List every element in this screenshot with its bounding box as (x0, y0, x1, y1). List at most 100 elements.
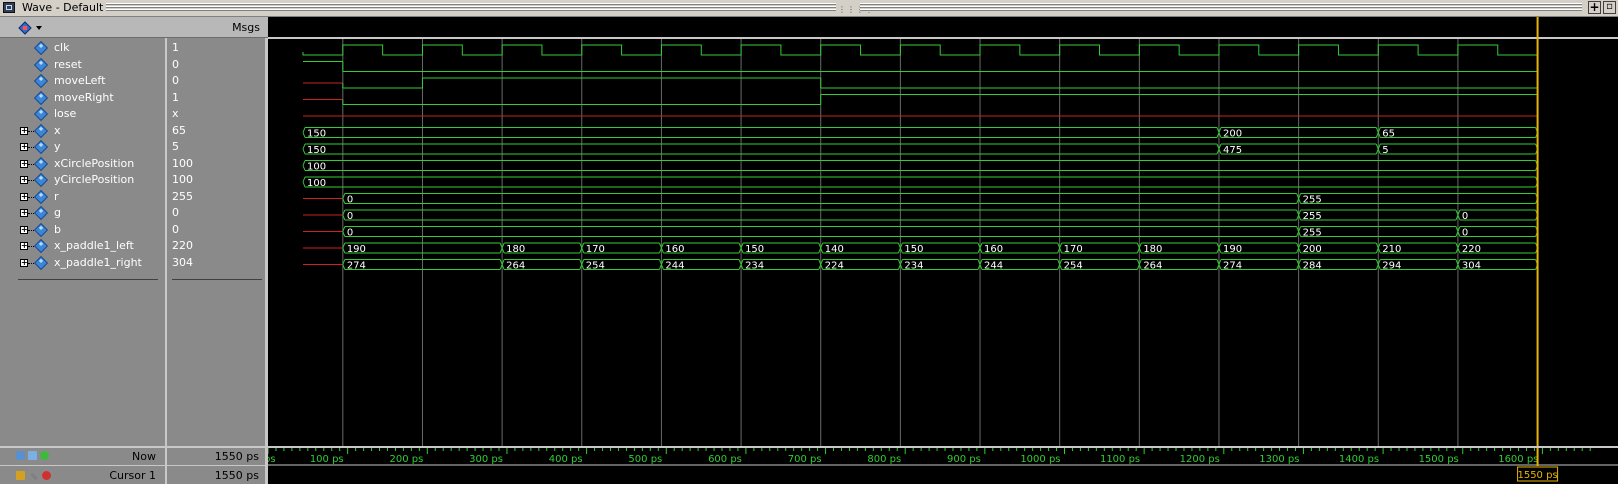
signal-name[interactable]: g (54, 206, 61, 219)
title-grip-right[interactable] (860, 3, 1582, 12)
time-tick-label: 1600 ps (1498, 454, 1538, 465)
bus-value-label: 255 (1303, 195, 1322, 206)
signal-value[interactable]: 255 (172, 190, 193, 203)
bus-value-label: 150 (745, 244, 764, 255)
title-grip-left[interactable] (106, 3, 836, 12)
signal-name[interactable]: x (54, 124, 61, 137)
time-tick-label: 1300 ps (1259, 454, 1299, 465)
signal-value[interactable]: 100 (172, 157, 193, 170)
signal-row[interactable]: moveRight 1 (0, 90, 265, 107)
signal-row[interactable]: + r 255 (0, 189, 265, 206)
expand-icon[interactable]: + (20, 126, 28, 135)
signal-icon (33, 205, 49, 221)
add-cursor-icon[interactable] (40, 451, 49, 460)
wave-r[interactable]: 0 255 (303, 193, 1539, 206)
time-tick-label: 1500 ps (1419, 454, 1459, 465)
time-axis[interactable]: ps 100 ps 200 ps 300 ps 400 ps 500 ps 600 ps 70… (268, 448, 1618, 484)
bus-value-label: 220 (1462, 244, 1481, 255)
signal-row[interactable]: lose x (0, 106, 265, 123)
cursor-time-value[interactable]: 1550 ps (175, 469, 259, 482)
signal-row[interactable]: + x_paddle1_right 304 (0, 255, 265, 272)
expand-icon[interactable]: + (20, 159, 28, 168)
bus-value-label: 150 (307, 129, 326, 140)
signal-name[interactable]: moveLeft (54, 74, 105, 87)
signal-row[interactable]: reset 0 (0, 57, 265, 74)
signal-value[interactable]: 100 (172, 173, 193, 186)
signal-value[interactable]: 1 (172, 91, 179, 104)
wave-moveLeft[interactable] (303, 77, 1538, 89)
signal-name[interactable]: r (54, 190, 59, 203)
expand-icon[interactable]: + (20, 242, 28, 250)
wave-x_paddle1_right[interactable]: 274 264 254 244 234 224 234 244 254 264 274 284 294 3… (303, 259, 1539, 272)
waveform-canvas[interactable]: 150 200 65 150 475 5 100 100 0 255 0 255 0 0 255 0 190 18… (268, 17, 1618, 446)
signal-row[interactable]: + x 65 (0, 123, 265, 140)
signal-name[interactable]: y (54, 140, 61, 153)
chevron-down-icon[interactable] (36, 26, 42, 30)
cursor-name-label: Cursor 1 (109, 469, 156, 482)
signal-value[interactable]: 0 (172, 206, 179, 219)
signal-name[interactable]: b (54, 223, 61, 236)
signal-name[interactable]: lose (54, 107, 76, 120)
lock-icon[interactable] (16, 471, 25, 480)
expand-icon[interactable]: + (20, 176, 28, 184)
wave-clk[interactable] (302, 44, 1538, 56)
signal-name[interactable]: x_paddle1_left (54, 239, 134, 252)
signal-value[interactable]: 0 (172, 74, 179, 87)
signal-name[interactable]: xCirclePosition (54, 157, 134, 170)
signal-icon (33, 40, 49, 56)
signal-icon (33, 172, 49, 188)
wave-xCirclePosition[interactable]: 100 (302, 160, 1539, 173)
wave-x[interactable]: 150 200 65 (302, 127, 1539, 140)
wave-b[interactable]: 0 255 0 (303, 226, 1539, 239)
window-preset-icon[interactable] (28, 451, 37, 460)
signal-value[interactable]: 65 (172, 124, 186, 137)
wave-x_paddle1_left[interactable]: 190 180 170 160 150 140 150 160 170 180 190 200 210 2… (303, 242, 1539, 255)
signal-row[interactable]: + xCirclePosition 100 (0, 156, 265, 173)
delete-cursor-icon[interactable] (42, 471, 51, 480)
zoom-in-button[interactable]: + (1588, 1, 1601, 14)
bus-value-label: 264 (506, 261, 525, 272)
signal-value[interactable]: 0 (172, 223, 179, 236)
signal-value[interactable]: 1 (172, 41, 179, 54)
wave-yCirclePosition[interactable]: 100 (302, 176, 1539, 189)
signal-name[interactable]: reset (54, 58, 82, 71)
add-wave-icon[interactable] (16, 451, 25, 460)
signal-value[interactable]: 304 (172, 256, 193, 269)
expand-icon[interactable]: + (20, 258, 28, 267)
signal-value[interactable]: 5 (172, 140, 179, 153)
signal-row[interactable]: + yCirclePosition 100 (0, 172, 265, 189)
signal-name[interactable]: moveRight (54, 91, 114, 104)
signal-tool-icon[interactable] (18, 21, 32, 35)
time-tick-label: 900 ps (947, 454, 981, 465)
time-axis-canvas[interactable]: ps 100 ps 200 ps 300 ps 400 ps 500 ps 600 ps 70… (268, 448, 1618, 484)
time-tick-label: 700 ps (788, 454, 822, 465)
expand-icon[interactable]: + (20, 209, 28, 217)
signal-value[interactable]: x (172, 107, 179, 120)
signal-row[interactable]: + x_paddle1_left 220 (0, 238, 265, 255)
expand-icon[interactable]: + (20, 192, 28, 201)
expand-icon[interactable]: + (20, 225, 28, 234)
undock-button[interactable]: ▫ (1603, 1, 1616, 14)
expand-icon[interactable]: + (20, 143, 28, 151)
signal-icon (33, 156, 49, 171)
time-tick-label: 800 ps (867, 454, 901, 465)
signal-row[interactable]: + y 5 (0, 139, 265, 156)
signal-name[interactable]: x_paddle1_right (54, 256, 142, 269)
signal-name[interactable]: yCirclePosition (54, 173, 134, 186)
time-tick-label: 100 ps (310, 454, 344, 465)
signal-name[interactable]: clk (54, 41, 69, 54)
msgs-header: Msgs (232, 21, 260, 34)
signal-row[interactable]: moveLeft 0 (0, 73, 265, 90)
wave-reset[interactable] (303, 61, 1538, 72)
signal-row[interactable]: clk 1 (0, 40, 265, 57)
bus-value-label: 190 (347, 244, 366, 255)
wave-moveRight[interactable] (303, 94, 1538, 105)
waveform-area[interactable]: 150 200 65 150 475 5 100 100 0 255 0 255 0 0 255 0 190 18… (268, 17, 1618, 446)
bus-value-label: 160 (665, 244, 684, 255)
wave-y[interactable]: 150 475 5 (302, 143, 1539, 156)
signal-value[interactable]: 220 (172, 239, 193, 252)
wave-g[interactable]: 0 255 0 (303, 209, 1539, 222)
signal-value[interactable]: 0 (172, 58, 179, 71)
signal-row[interactable]: + b 0 (0, 222, 265, 239)
signal-row[interactable]: + g 0 (0, 205, 265, 222)
